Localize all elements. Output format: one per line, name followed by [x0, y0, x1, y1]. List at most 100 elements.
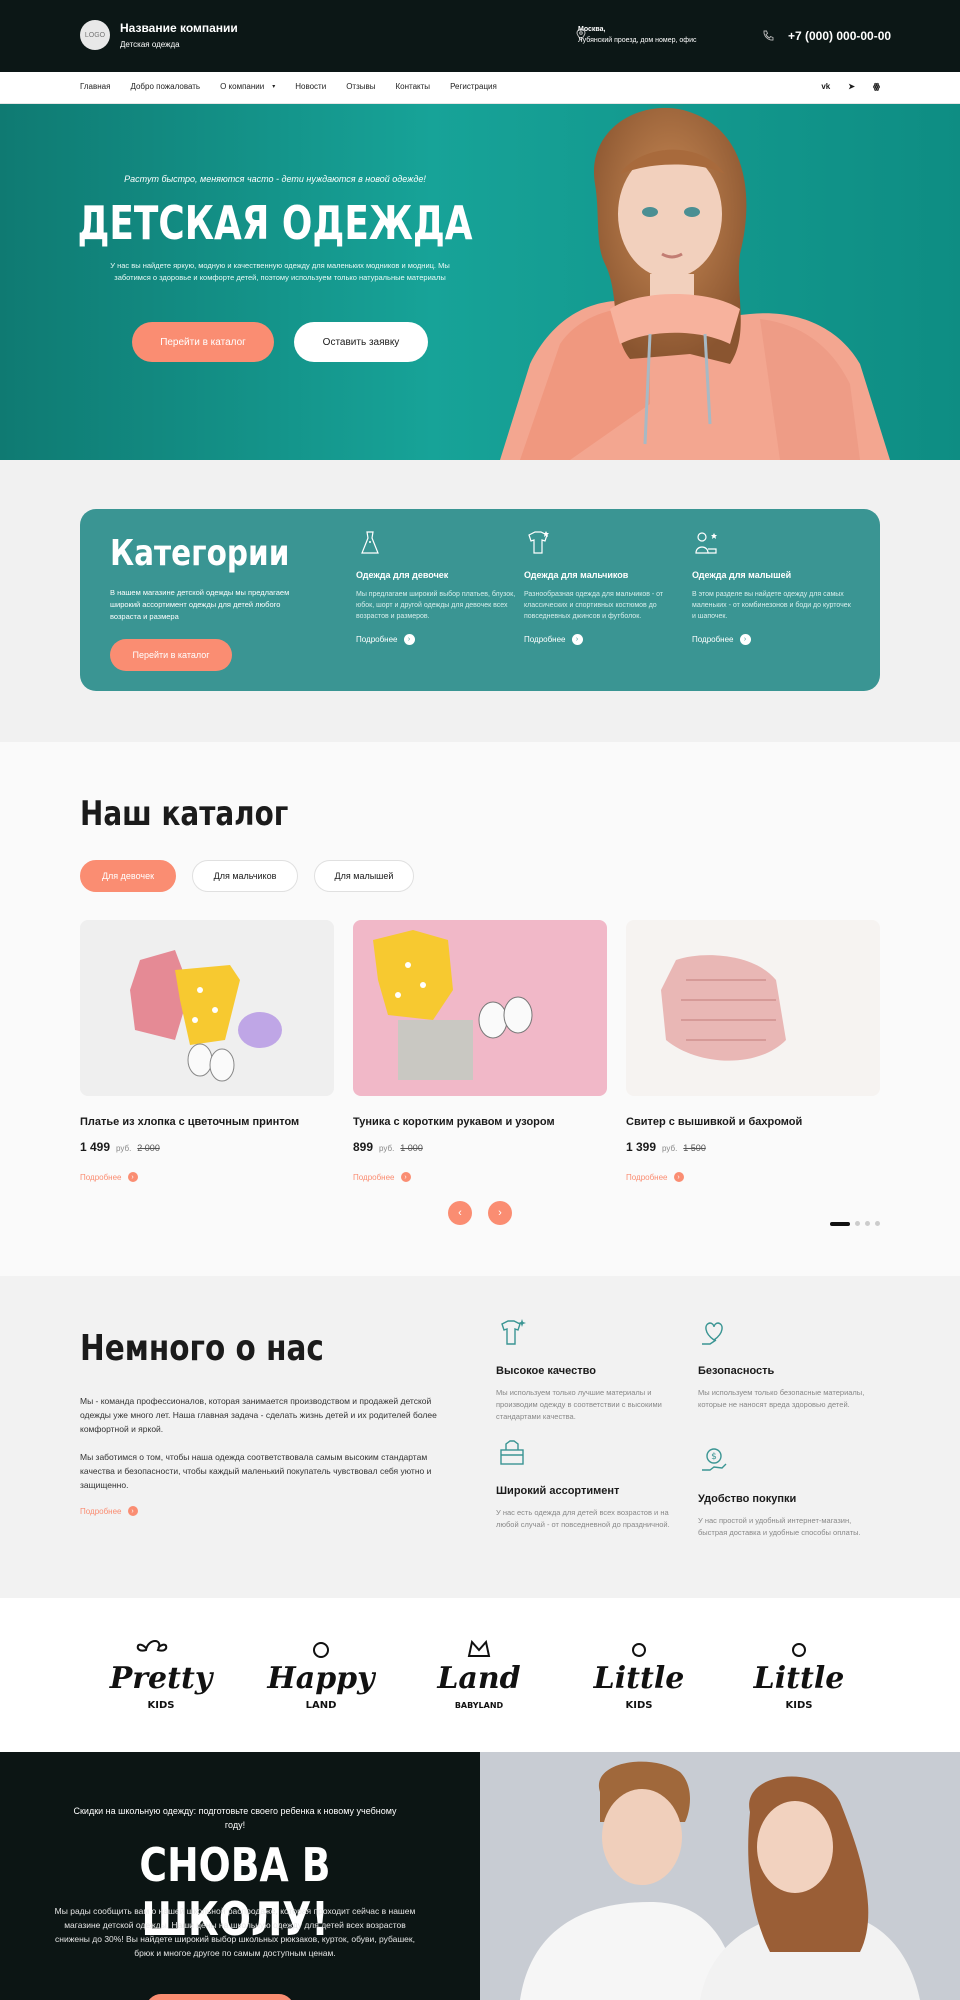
price-old: 1 000 [400, 1143, 423, 1153]
feature-quality: Высокое качество Мы используем только лу… [496, 1316, 676, 1423]
brand-sub: KIDS [148, 1700, 175, 1711]
social-links: vk ➤ ꙮ [821, 82, 880, 91]
catalog-section: Наш каталог Для девочек Для мальчиков Дл… [0, 742, 960, 1276]
arrow-right-icon: › [673, 1172, 684, 1182]
feature-title: Удобство покупки [698, 1493, 797, 1505]
carousel-prev-button[interactable]: ‹ [448, 1201, 472, 1225]
feature-title: Безопасность [698, 1365, 775, 1377]
about-section: Немного о нас Мы - команда профессионало… [0, 1276, 960, 1598]
arrow-right-icon: › [127, 1172, 138, 1182]
pagination-dot[interactable] [865, 1221, 870, 1226]
chevron-down-icon: ▾ [272, 84, 276, 90]
product-image[interactable] [353, 920, 607, 1096]
product-more-link[interactable]: Подробнее › [626, 1172, 880, 1182]
feature-assortment: Широкий ассортимент У нас есть одежда дл… [496, 1436, 676, 1531]
hero-request-button[interactable]: Оставить заявку [294, 322, 428, 362]
about-paragraph-1: Мы - команда профессионалов, которая зан… [80, 1396, 437, 1434]
telegram-icon[interactable]: ➤ [848, 82, 855, 91]
pagination-dot-active[interactable] [830, 1221, 850, 1226]
brand-logo-little-kids-2[interactable]: Little KIDS [744, 1636, 854, 1716]
phone-icon [763, 30, 774, 41]
product-name[interactable]: Туника с коротким рукавом и узором [353, 1116, 607, 1128]
hero-catalog-button[interactable]: Перейти в каталог [132, 322, 274, 362]
arrow-right-icon: › [571, 634, 583, 645]
svg-text:$: $ [711, 1452, 717, 1462]
product-photo-sweater [626, 920, 880, 1096]
product-image[interactable] [626, 920, 880, 1096]
brand-logo-happy-land[interactable]: Happy LAND [266, 1636, 376, 1716]
hero-description: У нас вы найдете яркую, модную и качеств… [110, 261, 450, 282]
pagination-dot[interactable] [855, 1221, 860, 1226]
more-label: Подробнее [626, 1172, 668, 1182]
product-name[interactable]: Свитер с вышивкой и бахромой [626, 1116, 880, 1128]
categories-card: Категории В нашем магазине детской одежд… [80, 509, 880, 691]
catalog-title: Наш каталог [80, 794, 289, 834]
feature-safety: Безопасность Мы используем только безопа… [698, 1316, 878, 1411]
product-card[interactable]: Свитер с вышивкой и бахромой 1 399 руб. … [626, 920, 880, 1182]
school-kids-image [480, 1752, 960, 2000]
product-more-link[interactable]: Подробнее › [80, 1172, 334, 1182]
product-card[interactable]: Платье из хлопка с цветочным принтом 1 4… [80, 920, 334, 1182]
product-more-link[interactable]: Подробнее › [353, 1172, 607, 1182]
pagination-dot[interactable] [875, 1221, 880, 1226]
brand-logo-pretty-kids[interactable]: Pretty KIDS [106, 1636, 216, 1716]
feature-convenience: $ Удобство покупки У нас простой и удобн… [698, 1444, 878, 1539]
tab-girls[interactable]: Для девочек [80, 860, 176, 892]
carousel-next-button[interactable]: › [488, 1201, 512, 1225]
shirt-sparkle-icon [501, 1319, 526, 1345]
category-babies: Одежда для малышей В этом разделе вы най… [692, 529, 852, 645]
product-photo-dress [80, 920, 334, 1096]
tab-boys[interactable]: Для мальчиков [192, 860, 298, 892]
main-nav: Главная Добро пожаловать О компании ▾ Нов… [0, 72, 960, 104]
product-price: 1 499 руб. 2 000 [80, 1140, 334, 1154]
categories-description: В нашем магазине детской одежды мы предл… [110, 588, 290, 621]
category-more-link[interactable]: Подробнее › [524, 634, 684, 645]
nav-item-about[interactable]: О компании ▾ [220, 82, 275, 91]
money-hand-icon: $ [702, 1448, 727, 1471]
price-old: 1 500 [683, 1143, 706, 1153]
brand-logo-land-babyland[interactable]: Land BABYLAND [424, 1636, 534, 1716]
feature-description: Мы используем только безопасные материал… [698, 1388, 865, 1409]
more-label: Подробнее [356, 635, 398, 644]
price-current: 1 399 [626, 1140, 657, 1154]
about-more-link[interactable]: Подробнее › [80, 1506, 138, 1516]
hero-girl-image [500, 107, 890, 460]
category-more-link[interactable]: Подробнее › [356, 634, 516, 645]
nav-item-contacts[interactable]: Контакты [396, 82, 431, 91]
vk-icon[interactable]: vk [821, 82, 830, 91]
phone-number[interactable]: +7 (000) 000-00-00 [788, 29, 891, 43]
arrow-right-icon: › [400, 1172, 411, 1182]
product-card[interactable]: Туника с коротким рукавом и узором 899 р… [353, 920, 607, 1182]
nav-item-home[interactable]: Главная [80, 82, 110, 91]
boy-clothes-icon [528, 531, 549, 554]
nav-item-register[interactable]: Регистрация [450, 82, 497, 91]
odnoklassniki-icon[interactable]: ꙮ [873, 82, 880, 91]
company-logo[interactable]: LOGO [80, 20, 110, 50]
category-description: В этом разделе вы найдете одежду для сам… [692, 591, 851, 620]
brand-name: Pretty [109, 1661, 215, 1696]
category-more-link[interactable]: Подробнее › [692, 634, 852, 645]
price-currency: руб. [116, 1144, 132, 1153]
top-bar: LOGO Название компании Детская одежда Мо… [0, 0, 960, 72]
hero-title: ДЕТСКАЯ ОДЕЖДА [77, 196, 473, 250]
nav-item-about-label: О компании [220, 82, 265, 91]
about-paragraph-2: Мы заботимся о том, чтобы наша одежда со… [80, 1452, 432, 1490]
product-name[interactable]: Платье из хлопка с цветочным принтом [80, 1116, 334, 1128]
arrow-right-icon: › [403, 634, 415, 645]
nav-item-reviews[interactable]: Отзывы [346, 82, 375, 91]
categories-catalog-button[interactable]: Перейти в каталог [110, 639, 232, 671]
nav-item-news[interactable]: Новости [295, 82, 326, 91]
product-image[interactable] [80, 920, 334, 1096]
product-price: 1 399 руб. 1 500 [626, 1140, 880, 1154]
more-label: Подробнее [80, 1172, 122, 1182]
nav-item-welcome[interactable]: Добро пожаловать [130, 82, 200, 91]
brand-sub: BABYLAND [455, 1701, 504, 1710]
school-tagline: Скидки на школьную одежду: подготовьте с… [73, 1806, 397, 1830]
brand-name: Little [753, 1661, 845, 1696]
school-cta-button[interactable] [146, 1994, 294, 2000]
brand-logo-little-kids[interactable]: Little KIDS [584, 1636, 694, 1716]
hero-section: Растут быстро, меняются часто - дети нуж… [0, 104, 960, 460]
feature-description: У нас есть одежда для детей всех возраст… [496, 1508, 670, 1529]
brands-strip: Pretty KIDS Happy LAND Land BABYLAND Lit… [0, 1598, 960, 1752]
tab-babies[interactable]: Для малышей [314, 860, 414, 892]
